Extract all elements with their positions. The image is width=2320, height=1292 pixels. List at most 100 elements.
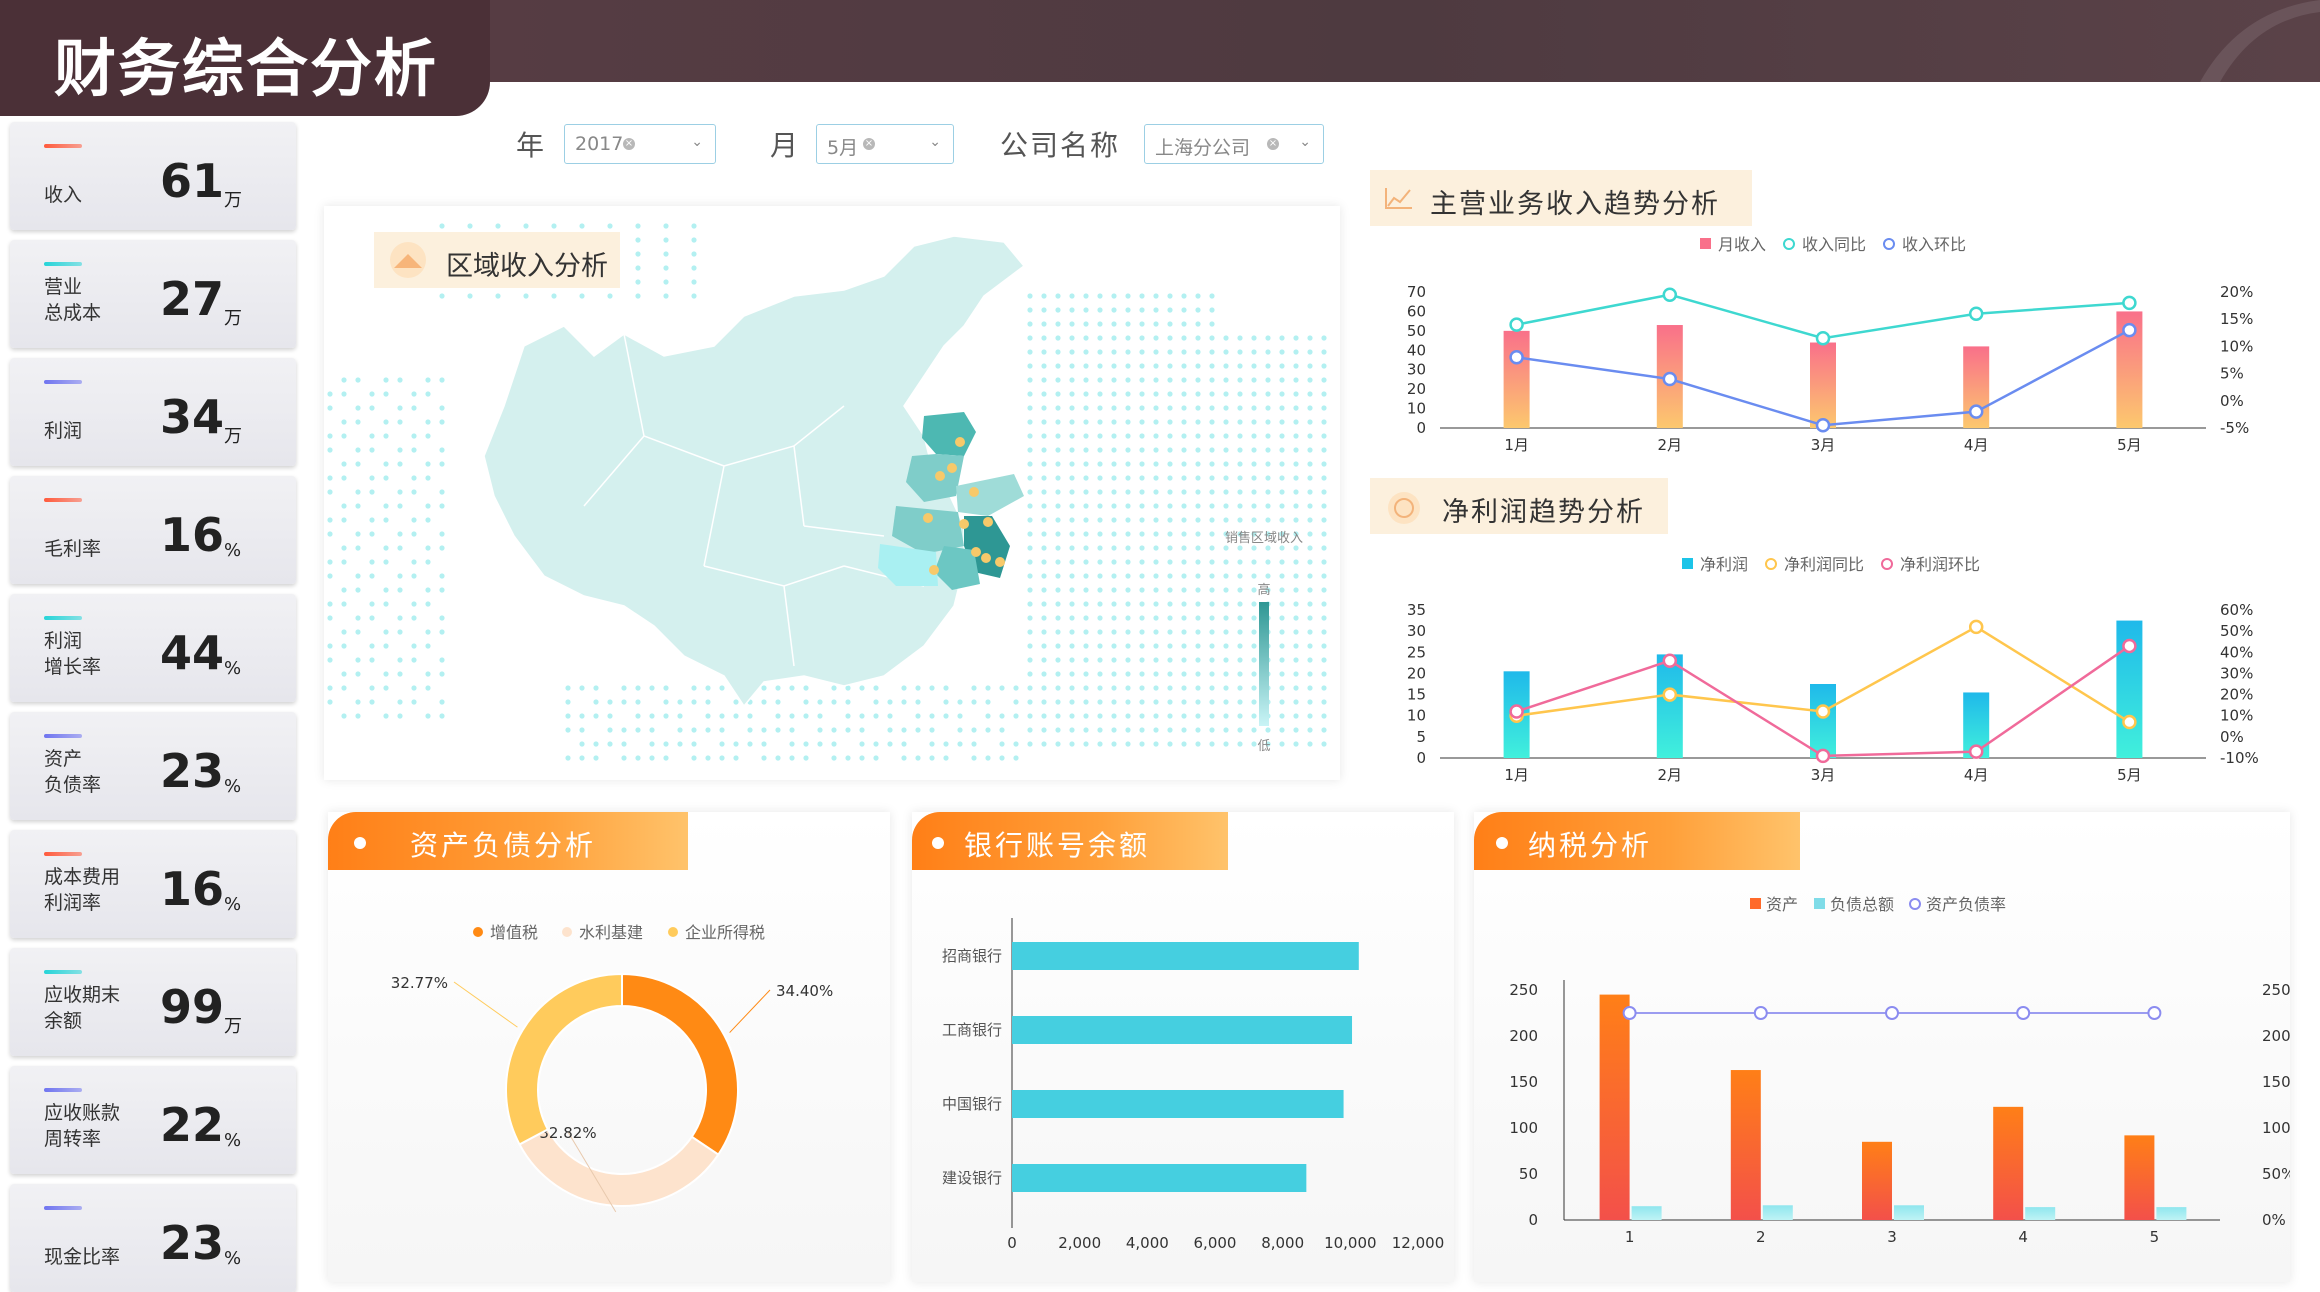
kpi-card[interactable]: 应收账款 周转率 22% [10, 1066, 296, 1174]
map-dot [1195, 713, 1201, 719]
clear-icon[interactable]: × [623, 138, 635, 150]
asset-donut-chart[interactable]: 增值税 水利基建 企业所得税 34.40% 32.82% 32.77% [328, 872, 890, 1282]
map-dot [1195, 363, 1201, 369]
map-dot [1279, 405, 1285, 411]
kpi-card[interactable]: 利润 34 万 [10, 358, 296, 466]
map-dot [1139, 671, 1145, 677]
donut-slice [621, 972, 739, 1157]
map-dot [341, 419, 347, 425]
map-dot [1027, 559, 1033, 565]
map-dot [1307, 671, 1313, 677]
map-dot [635, 699, 641, 705]
clear-icon[interactable]: × [863, 138, 875, 150]
map-dot [397, 503, 403, 509]
page-title: 财务综合分析 [54, 32, 439, 105]
kpi-card[interactable]: 资产 负债率 23% [10, 712, 296, 820]
map-dot [1237, 643, 1243, 649]
line-point [2122, 638, 2137, 654]
revenue-trend-chart[interactable]: 010 2030 4050 6070 -5% 0% 5% 10% 15% 20% 1月 2月 3月 4月 5… [1380, 226, 2280, 466]
map-legend-gradient[interactable] [1259, 602, 1269, 726]
map-dot [425, 671, 431, 677]
map-dot [1153, 559, 1159, 565]
map-dot [1223, 349, 1229, 355]
kpi-card[interactable]: 应收期末 余额 99 万 [10, 948, 296, 1056]
map-dot [1097, 349, 1103, 355]
chevron-down-icon: ⌄ [929, 134, 941, 150]
map-dot [1083, 503, 1089, 509]
kpi-card[interactable]: 利润 增长率 44% [10, 594, 296, 702]
x-tick-label: 5月 [2117, 436, 2142, 454]
kpi-value: 34 [160, 390, 225, 444]
map-dot [1111, 601, 1117, 607]
map-dot [1111, 433, 1117, 439]
map-dot [1195, 559, 1201, 565]
map-dot [1069, 671, 1075, 677]
map-dot [425, 503, 431, 509]
map-dot [1307, 587, 1313, 593]
map-dot [1055, 419, 1061, 425]
tax-analysis-chart[interactable]: 0 50 100 150 200 250 0% 50% 100% 150% 200% 250% 1 2 3 4… [1474, 872, 2290, 1282]
map-dot [425, 685, 431, 691]
map-dot [607, 741, 613, 747]
map-dot [1293, 727, 1299, 733]
map-dot [1293, 741, 1299, 747]
map-dot [1041, 321, 1047, 327]
map-dot [1153, 671, 1159, 677]
map-dot [341, 391, 347, 397]
clear-icon[interactable]: × [1267, 138, 1279, 150]
map-dot [1069, 293, 1075, 299]
map-dot [1237, 475, 1243, 481]
map-dot [1125, 741, 1131, 747]
profit-trend-chart[interactable]: 0 5 10 15 20 25 30 35 -10% 0% 10% 20% 30% 40% 50% 60% 1月… [1380, 546, 2280, 786]
map-dot [439, 545, 445, 551]
map-dot [635, 223, 641, 229]
x-tick-label: 5 [2150, 1228, 2160, 1246]
map-dot [1055, 657, 1061, 663]
map-dot [1307, 727, 1313, 733]
company-select[interactable]: 上海分公司 × ⌄ [1144, 124, 1324, 164]
map-dot [327, 699, 333, 705]
map-dot [1181, 545, 1187, 551]
kpi-card[interactable]: 毛利率 16% [10, 476, 296, 584]
map-dot [1195, 405, 1201, 411]
map-dot [1097, 517, 1103, 523]
kpi-accent-bar [44, 734, 82, 738]
map-dot [397, 713, 403, 719]
bank-panel-title: 银行账号余额 [964, 829, 1151, 862]
map-dot [593, 741, 599, 747]
map-dot [411, 615, 417, 621]
y-tick-label-right: 10% [2220, 707, 2253, 725]
map-dot [1111, 335, 1117, 341]
kpi-card[interactable]: 收入 61 万 [10, 122, 296, 230]
map-dot [565, 727, 571, 733]
month-select[interactable]: 5月 × ⌄ [816, 124, 954, 164]
map-dot [1209, 391, 1215, 397]
kpi-card[interactable]: 现金比率 23% [10, 1184, 296, 1292]
map-dot [1209, 307, 1215, 313]
bank-balance-chart[interactable]: 招商银行工商银行中国银行建设银行 0 2,000 4,000 6,000 8,000 10,… [912, 872, 1454, 1282]
map-dot [1055, 447, 1061, 453]
map-dot [1321, 475, 1327, 481]
map-dot [1153, 419, 1159, 425]
map-dot [1279, 447, 1285, 453]
year-select[interactable]: 2017 × ⌄ [564, 124, 716, 164]
map-dot [439, 615, 445, 621]
map-dot [1097, 475, 1103, 481]
map-dot [495, 293, 501, 299]
map-dot [1251, 545, 1257, 551]
map-dot [1293, 699, 1299, 705]
kpi-card[interactable]: 营业 总成本 27 万 [10, 240, 296, 348]
map-dot [1321, 489, 1327, 495]
kpi-label: 利润 增长率 [44, 630, 102, 678]
china-map[interactable]: 销售区域收入 高 低 [324, 206, 1340, 780]
map-dot [1251, 349, 1257, 355]
map-dot [1055, 349, 1061, 355]
kpi-card[interactable]: 成本费用 利润率 16% [10, 830, 296, 938]
map-dot [831, 741, 837, 747]
y-tick-label-right: 0% [2220, 392, 2244, 410]
region-north[interactable] [922, 412, 976, 456]
map-dot [1139, 321, 1145, 327]
map-dot [1069, 545, 1075, 551]
region-shandong[interactable] [956, 474, 1024, 516]
map-dot [1265, 503, 1271, 509]
